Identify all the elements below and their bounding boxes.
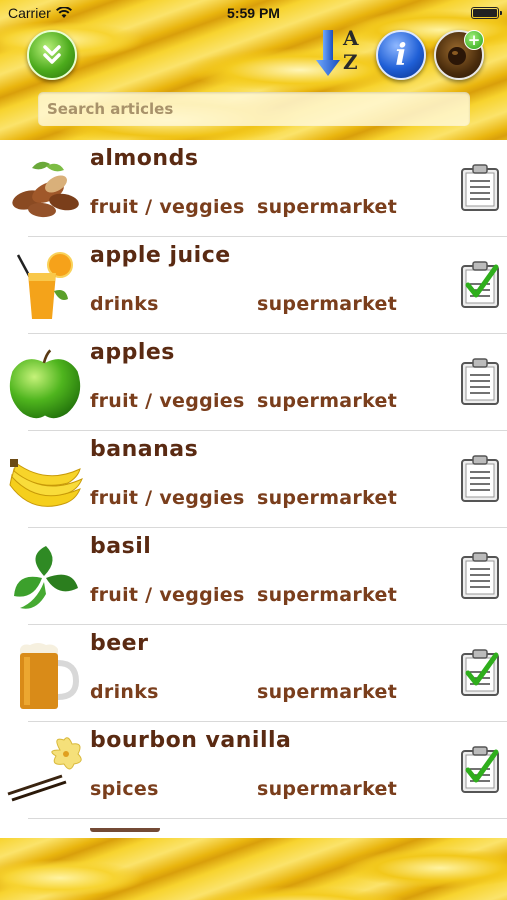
battery-icon: [471, 7, 502, 19]
clipboard-checked-icon[interactable]: [460, 261, 500, 309]
toolbar: A Z i +: [0, 26, 507, 82]
item-store: supermarket: [257, 390, 398, 412]
expand-button[interactable]: [27, 30, 77, 80]
wifi-icon: [55, 7, 72, 18]
item-store: supermarket: [257, 196, 398, 218]
sort-arrow-icon: [316, 30, 340, 76]
info-button[interactable]: i: [376, 30, 426, 80]
list-item-partial: [90, 828, 170, 838]
beer-image: [20, 643, 80, 709]
clipboard-checked-icon[interactable]: [460, 649, 500, 697]
item-name: apples: [90, 340, 175, 365]
status-bar: Carrier 5:59 PM: [0, 0, 507, 26]
item-name: apple juice: [90, 243, 231, 268]
clipboard-icon[interactable]: [460, 552, 500, 600]
item-category: fruit / veggies: [90, 390, 245, 412]
clipboard-icon[interactable]: [460, 455, 500, 503]
clipboard-icon[interactable]: [460, 358, 500, 406]
item-name: bananas: [90, 437, 199, 462]
list-item[interactable]: basil fruit / veggies supermarket: [0, 528, 507, 625]
carrier-info: Carrier: [8, 5, 72, 21]
sort-letter-z: Z: [343, 50, 358, 74]
item-store: supermarket: [257, 487, 398, 509]
item-store: supermarket: [257, 293, 398, 315]
item-name: beer: [90, 631, 149, 656]
item-category: fruit / veggies: [90, 196, 245, 218]
clipboard-icon[interactable]: [460, 164, 500, 212]
list-item[interactable]: apples fruit / veggies supermarket: [0, 334, 507, 431]
item-name: bourbon vanilla: [90, 728, 292, 753]
item-store: supermarket: [257, 584, 398, 606]
list-item[interactable]: almonds fruit / veggies supermarket: [0, 140, 507, 237]
info-icon: i: [395, 37, 407, 73]
item-category: drinks: [90, 681, 159, 703]
item-name: basil: [90, 534, 152, 559]
item-store: supermarket: [257, 681, 398, 703]
item-category: fruit / veggies: [90, 487, 245, 509]
sort-az-button[interactable]: A Z: [316, 26, 366, 78]
clock: 5:59 PM: [227, 5, 280, 21]
bananas-image: [9, 459, 83, 507]
clipboard-checked-icon[interactable]: [460, 746, 500, 794]
almonds-image: [12, 161, 79, 218]
item-category: drinks: [90, 293, 159, 315]
list-item[interactable]: beer drinks supermarket: [0, 625, 507, 722]
search-placeholder: Search articles: [47, 100, 174, 118]
article-list: almonds fruit / veggies supermarket appl…: [0, 140, 507, 838]
item-name: almonds: [90, 146, 199, 171]
list-item[interactable]: bourbon vanilla spices supermarket: [0, 722, 507, 819]
item-store: supermarket: [257, 778, 398, 800]
sort-letter-a: A: [343, 26, 359, 50]
row-divider: [28, 818, 507, 819]
apple-juice-image: [16, 252, 73, 319]
plus-badge: +: [464, 30, 484, 50]
item-category: spices: [90, 778, 159, 800]
item-category: fruit / veggies: [90, 584, 245, 606]
add-item-button[interactable]: +: [434, 30, 484, 80]
double-chevron-down-icon: [43, 45, 61, 64]
carrier-label: Carrier: [8, 5, 51, 21]
search-input[interactable]: Search articles: [38, 92, 470, 126]
list-item[interactable]: bananas fruit / veggies supermarket: [0, 431, 507, 528]
apple-image: [9, 349, 81, 419]
vanilla-image: [7, 737, 82, 802]
basil-image: [14, 546, 78, 609]
list-item[interactable]: apple juice drinks supermarket: [0, 237, 507, 334]
banana-background-bottom: [0, 838, 507, 900]
